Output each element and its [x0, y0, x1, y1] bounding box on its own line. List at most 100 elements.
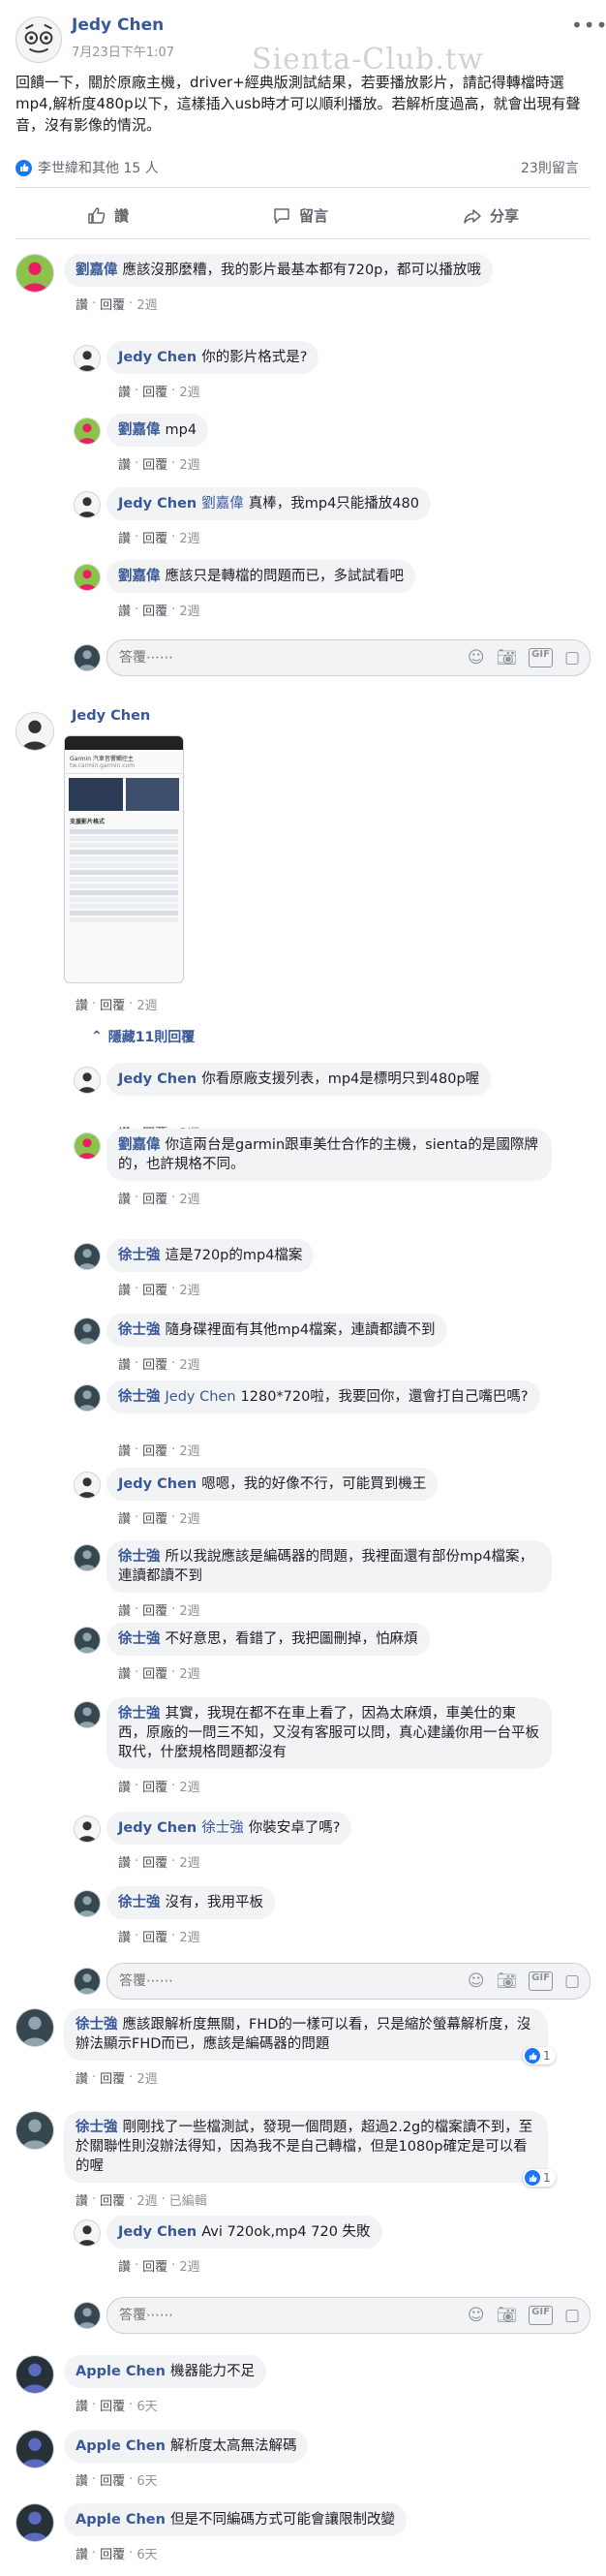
commenter-avatar[interactable]: [15, 2430, 54, 2468]
mentioned-user[interactable]: 徐士強: [201, 1820, 244, 1836]
comment-author[interactable]: 徐士強: [118, 1549, 161, 1565]
comment-like-link[interactable]: 讚: [118, 382, 131, 400]
comment-reply-link[interactable]: 回覆: [100, 2396, 125, 2414]
sticker-icon[interactable]: ▢: [564, 2306, 580, 2325]
comment-author[interactable]: Apple Chen: [76, 2438, 166, 2454]
comment-author[interactable]: Jedy Chen: [118, 1820, 197, 1836]
reply-box[interactable]: ☺ 📷︎ GIF ▢: [106, 2297, 591, 2334]
gif-icon[interactable]: GIF: [529, 648, 553, 667]
comment-time[interactable]: 2週: [179, 382, 199, 400]
commenter-avatar[interactable]: [74, 1701, 101, 1728]
comment-photo[interactable]: Garmin 汽車音響觸控主 tw.carmin.garmin.com 支援影片…: [64, 735, 184, 983]
commenter-avatar[interactable]: [74, 1544, 101, 1571]
commenter-avatar[interactable]: [74, 1890, 101, 1917]
comment-time[interactable]: 2週: [179, 1441, 199, 1459]
commenter-avatar[interactable]: [74, 1472, 101, 1499]
comment-like-link[interactable]: 讚: [118, 528, 131, 546]
comment-author[interactable]: Jedy Chen: [118, 2224, 197, 2240]
comment-reply-link[interactable]: 回覆: [142, 1777, 167, 1795]
comment-like-link[interactable]: 讚: [76, 995, 88, 1013]
comment-like-link[interactable]: 讚: [118, 1852, 131, 1871]
post-author-name[interactable]: Jedy Chen: [72, 16, 164, 35]
commenter-avatar[interactable]: [74, 2219, 101, 2247]
commenter-avatar[interactable]: [74, 1318, 101, 1345]
comment-time[interactable]: 2週: [179, 601, 199, 619]
comment-like-link[interactable]: 讚: [76, 2190, 88, 2209]
comment-like-link[interactable]: 讚: [118, 2256, 131, 2275]
comment-like-link[interactable]: 讚: [76, 2544, 88, 2562]
comment-author[interactable]: 徐士強: [118, 1248, 161, 1263]
comment-time[interactable]: 2週: [136, 295, 157, 313]
comment-time[interactable]: 2週: [179, 1927, 199, 1945]
comment-author[interactable]: 劉嘉偉: [76, 263, 118, 278]
comment-like-link[interactable]: 讚: [76, 295, 88, 313]
comment-time[interactable]: 2週: [179, 1663, 199, 1682]
commenter-avatar[interactable]: [74, 1968, 101, 1995]
comment-author[interactable]: 徐士強: [118, 1895, 161, 1910]
comment-author[interactable]: Jedy Chen: [118, 1071, 197, 1087]
comment-author[interactable]: Jedy Chen: [72, 708, 150, 724]
comment-time[interactable]: 2週: [136, 2068, 157, 2087]
comment-reply-link[interactable]: 回覆: [142, 1441, 167, 1459]
comment-author[interactable]: 劉嘉偉: [118, 569, 161, 584]
comment-time[interactable]: 6天: [136, 2396, 157, 2414]
comment-author[interactable]: 劉嘉偉: [118, 422, 161, 438]
comment-time[interactable]: 2週: [179, 1280, 199, 1298]
comment-time[interactable]: 2週: [179, 1189, 199, 1207]
comment-reply-link[interactable]: 回覆: [142, 601, 167, 619]
comment-author[interactable]: 劉嘉偉: [118, 1137, 161, 1153]
comment-reply-link[interactable]: 回覆: [100, 2190, 125, 2209]
comment-reply-link[interactable]: 回覆: [142, 1600, 167, 1619]
camera-icon[interactable]: 📷︎: [497, 1971, 518, 1991]
comment-reply-link[interactable]: 回覆: [142, 2256, 167, 2275]
comment-author[interactable]: 徐士強: [118, 1389, 161, 1405]
comment-reply-link[interactable]: 回覆: [142, 528, 167, 546]
comment-time[interactable]: 2週: [179, 1354, 199, 1373]
like-count-badge[interactable]: 1: [523, 2169, 556, 2187]
comment-time[interactable]: 2週: [179, 528, 199, 546]
comment-reply-link[interactable]: 回覆: [142, 1508, 167, 1527]
reply-box[interactable]: ☺ 📷︎ GIF ▢: [106, 639, 591, 676]
comment-time[interactable]: 2週: [179, 454, 199, 473]
comment-like-link[interactable]: 讚: [118, 1354, 131, 1373]
reply-input[interactable]: [119, 2308, 468, 2323]
comment-like-link[interactable]: 讚: [118, 1600, 131, 1619]
gif-icon[interactable]: GIF: [529, 2306, 553, 2325]
comment-time[interactable]: 2週: [179, 1852, 199, 1871]
comment-author[interactable]: Apple Chen: [76, 2364, 166, 2379]
like-button[interactable]: 讚: [87, 205, 129, 226]
comment-author[interactable]: 徐士強: [76, 2017, 118, 2033]
comment-author[interactable]: Apple Chen: [76, 2512, 166, 2528]
comment-like-link[interactable]: 讚: [118, 454, 131, 473]
comment-reply-link[interactable]: 回覆: [100, 295, 125, 313]
comment-like-link[interactable]: 讚: [118, 1663, 131, 1682]
edited-label[interactable]: 已編輯: [169, 2190, 207, 2209]
comment-time[interactable]: 6天: [136, 2544, 157, 2562]
comment-time[interactable]: 2週: [136, 995, 157, 1013]
comment-reply-link[interactable]: 回覆: [142, 1280, 167, 1298]
comment-reply-link[interactable]: 回覆: [100, 2068, 125, 2087]
comment-time[interactable]: 2週: [179, 2256, 199, 2275]
commenter-avatar[interactable]: [15, 712, 54, 751]
emoji-icon[interactable]: ☺: [468, 2306, 485, 2325]
comment-reply-link[interactable]: 回覆: [142, 454, 167, 473]
commenter-avatar[interactable]: [74, 2302, 101, 2329]
commenter-avatar[interactable]: [74, 418, 101, 445]
comment-time[interactable]: 2週: [179, 1777, 199, 1795]
comment-author[interactable]: 徐士強: [118, 1631, 161, 1647]
post-author-avatar[interactable]: [15, 16, 62, 63]
comment-like-link[interactable]: 讚: [76, 2068, 88, 2087]
comment-author[interactable]: 徐士強: [76, 2120, 118, 2135]
commenter-avatar[interactable]: [15, 2503, 54, 2542]
reply-input[interactable]: [119, 650, 468, 666]
comment-reply-link[interactable]: 回覆: [142, 1354, 167, 1373]
commenter-avatar[interactable]: [15, 254, 54, 293]
more-options-icon[interactable]: •••: [571, 14, 606, 37]
comment-reply-link[interactable]: 回覆: [100, 995, 125, 1013]
commenter-avatar[interactable]: [15, 2008, 54, 2047]
commenter-avatar[interactable]: [15, 2111, 54, 2150]
comment-time[interactable]: 6天: [136, 2470, 157, 2489]
comment-like-link[interactable]: 讚: [118, 601, 131, 619]
comment-author[interactable]: Jedy Chen: [118, 1476, 197, 1492]
comment-like-link[interactable]: 讚: [118, 1189, 131, 1207]
